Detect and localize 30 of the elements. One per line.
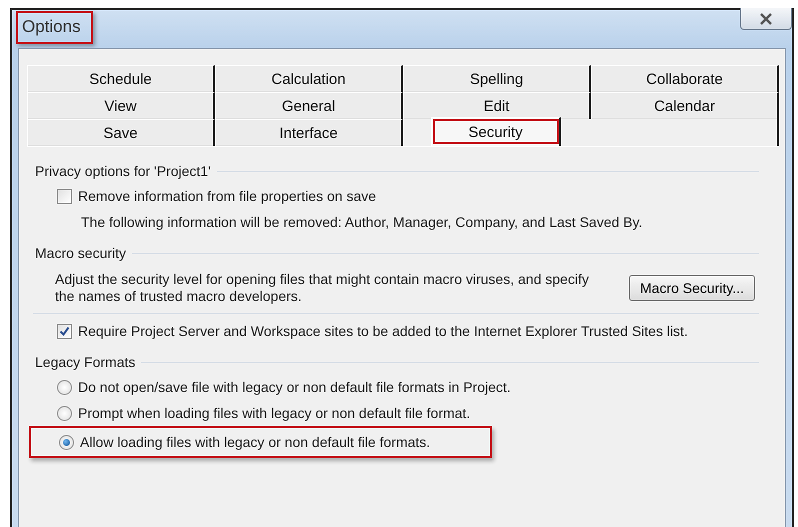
radio-button[interactable] [57, 380, 72, 394]
tab[interactable]: Schedule [27, 65, 215, 92]
radio-button[interactable] [59, 434, 74, 450]
macro-security-button[interactable]: Macro Security... [629, 275, 755, 301]
description-text: Adjust the security level for opening files that might contain macro viruses, and specify the names of trusted macro developers. [55, 271, 590, 305]
tab[interactable]: Calendar [591, 92, 779, 119]
tab[interactable]: Save [27, 119, 215, 146]
window-title: Options [16, 10, 93, 44]
radio-label: Do not open/save file with legacy or non default file formats in Project. [78, 379, 511, 395]
tab[interactable]: Interface [215, 119, 403, 146]
checkbox[interactable] [57, 188, 72, 204]
close-icon [759, 12, 773, 24]
tab[interactable]: Edit [403, 92, 591, 119]
checkbox-label: Require Project Server and Workspace sites to be added to the Internet Explorer Trusted Sites list. [78, 323, 688, 339]
tab[interactable]: Collaborate [591, 65, 779, 92]
radio-label: Allow loading files with legacy or non default file formats. [80, 434, 430, 450]
tab[interactable]: Calculation [215, 65, 403, 92]
info-note: The following information will be removed: Author, Manager, Company, and Last Saved By. [80, 213, 644, 232]
radio-label: Prompt when loading files with legacy or non default file format. [78, 405, 470, 421]
checkbox-label: Remove information from file properties on save [78, 188, 376, 204]
section-heading: Legacy Formats [35, 354, 136, 370]
close-button[interactable] [740, 8, 792, 30]
tab[interactable]: View [27, 92, 215, 119]
checkbox[interactable] [57, 324, 72, 338]
tab[interactable]: Security [431, 117, 561, 146]
section-heading: Privacy options for 'Project1' [35, 163, 211, 179]
tab[interactable]: General [215, 92, 403, 119]
tab[interactable]: Spelling [403, 65, 591, 92]
radio-button[interactable] [57, 406, 72, 420]
section-heading: Macro security [35, 245, 126, 261]
